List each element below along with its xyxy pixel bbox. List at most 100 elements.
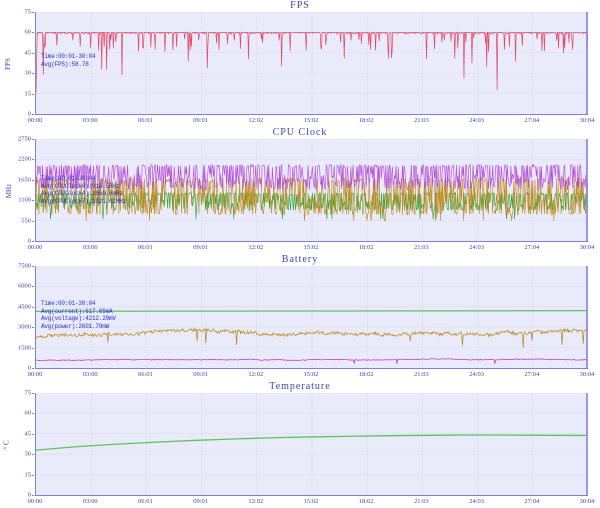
y-tick-mark <box>32 368 34 369</box>
y-tick-mark <box>32 159 34 160</box>
y-tick-label: 550 <box>21 217 31 224</box>
y-tick-label: 4500 <box>18 303 31 310</box>
y-tick-mark <box>32 434 34 435</box>
x-tick-label: 21:03 <box>414 244 429 251</box>
x-tick-label: 00:00 <box>28 117 43 124</box>
x-tick-label: 15:02 <box>304 117 319 124</box>
annotation-line: Time:00:01-30:04 <box>41 175 126 183</box>
y-tick-mark <box>32 327 34 328</box>
x-tick-label: 27:04 <box>524 244 539 251</box>
x-tick-label: 00:00 <box>28 498 43 505</box>
y-tick-label: 2200 <box>18 156 31 163</box>
x-tick-label: 06:01 <box>138 498 153 505</box>
y-axis: ° C01530456075 <box>0 393 34 497</box>
chart-title: Battery <box>0 254 600 266</box>
x-tick-label: 18:02 <box>359 117 374 124</box>
y-tick-mark <box>32 266 34 267</box>
x-tick-label: 18:02 <box>359 371 374 378</box>
y-tick-label: 1500 <box>18 344 31 351</box>
y-tick-mark <box>32 495 34 496</box>
report-root: FPSFPS01530456075Time:00:01-30:04Avg(FPS… <box>0 0 600 505</box>
y-tick-mark <box>32 114 34 115</box>
plot-area: ° C01530456075 <box>0 393 600 497</box>
x-tick-label: 24:03 <box>469 498 484 505</box>
y-tick-mark <box>32 413 34 414</box>
y-tick-label: 45 <box>25 430 32 437</box>
x-tick-label: 03:00 <box>83 498 98 505</box>
y-tick-mark <box>32 348 34 349</box>
y-tick-mark <box>32 180 34 181</box>
y-tick-mark <box>32 32 34 33</box>
y-axis-label: MHz <box>5 184 13 198</box>
x-axis: 00:0003:0006:0109:0112:0215:0218:0221:03… <box>0 243 600 254</box>
y-axis-label: FPS <box>4 58 12 70</box>
y-axis-label: ° C <box>3 440 11 449</box>
y-tick-label: 1650 <box>18 176 31 183</box>
x-tick-label: 21:03 <box>414 371 429 378</box>
y-tick-mark <box>32 73 34 74</box>
y-tick-mark <box>32 307 34 308</box>
y-tick-mark <box>32 94 34 95</box>
y-axis: FPS01530456075 <box>0 12 34 116</box>
y-tick-mark <box>32 241 34 242</box>
chart-title: FPS <box>0 0 600 12</box>
x-tick-label: 09:01 <box>193 498 208 505</box>
y-tick-label: 15 <box>25 90 32 97</box>
x-tick-label: 30:04 <box>580 244 595 251</box>
y-tick-mark <box>32 221 34 222</box>
chart-annotation-block: Time:00:01-30:04Avg(CPUClock0):916.58Hz A… <box>41 175 126 205</box>
x-axis: 00:0003:0006:0109:0112:0215:0218:0221:03… <box>0 116 600 127</box>
chart-panel-temperature: Temperature° C0153045607500:0003:0006:01… <box>0 381 600 505</box>
y-axis: MHz05501100165022002750 <box>0 139 34 243</box>
chart-annotation-block: Time:00:01-30:04Avg(current):617.65mAAvg… <box>41 300 116 330</box>
y-tick-mark <box>32 200 34 201</box>
y-tick-label: 75 <box>25 390 32 397</box>
x-tick-label: 15:02 <box>304 498 319 505</box>
x-tick-label: 12:02 <box>248 371 263 378</box>
x-tick-label: 15:02 <box>304 244 319 251</box>
y-tick-label: 30 <box>25 70 32 77</box>
y-axis: 015003000450060007500 <box>0 266 34 370</box>
x-tick-label: 30:04 <box>580 117 595 124</box>
x-tick-label: 06:01 <box>138 244 153 251</box>
chart-title: CPU Clock <box>0 127 600 139</box>
plot-canvas <box>35 393 588 496</box>
x-tick-label: 09:01 <box>193 371 208 378</box>
annotation-line: Time:00:01-30:04 <box>41 300 116 308</box>
x-tick-label: 15:02 <box>304 371 319 378</box>
y-tick-label: 60 <box>25 410 32 417</box>
y-tick-mark <box>32 454 34 455</box>
x-tick-label: 00:00 <box>28 371 43 378</box>
plot-area: MHz05501100165022002750Time:00:01-30:04A… <box>0 139 600 243</box>
y-tick-label: 15 <box>25 471 32 478</box>
x-tick-label: 12:02 <box>248 117 263 124</box>
plot-canvas: Time:00:01-30:04Avg(current):617.65mAAvg… <box>35 266 588 369</box>
plot-canvas: Time:00:01-30:04Avg(FPS):58.78 <box>35 12 588 115</box>
x-tick-label: 12:02 <box>248 244 263 251</box>
x-tick-label: 09:01 <box>193 244 208 251</box>
plot-area: 015003000450060007500Time:00:01-30:04Avg… <box>0 266 600 370</box>
x-tick-label: 27:04 <box>524 117 539 124</box>
x-tick-label: 03:00 <box>83 371 98 378</box>
annotation-line: Avg(FPS):58.78 <box>41 61 95 69</box>
y-tick-label: 60 <box>25 29 32 36</box>
x-tick-label: 21:03 <box>414 117 429 124</box>
y-tick-mark <box>32 393 34 394</box>
chart-panel-battery: Battery015003000450060007500Time:00:01-3… <box>0 254 600 381</box>
y-tick-label: 3000 <box>18 324 31 331</box>
chart-title: Temperature <box>0 381 600 393</box>
y-tick-label: 45 <box>25 49 32 56</box>
annotation-line: Avg(CPUClock7):1921.01MHz <box>41 198 126 206</box>
x-tick-label: 27:04 <box>524 498 539 505</box>
x-axis: 00:0003:0006:0109:0112:0215:0218:0221:03… <box>0 497 600 508</box>
x-tick-label: 27:04 <box>524 371 539 378</box>
annotation-line: Avg(CPUClock0):916.58Hz <box>41 183 126 191</box>
x-tick-label: 03:00 <box>83 244 98 251</box>
chart-panel-fps: FPSFPS01530456075Time:00:01-30:04Avg(FPS… <box>0 0 600 127</box>
y-tick-mark <box>32 286 34 287</box>
y-tick-mark <box>32 475 34 476</box>
plot-canvas: Time:00:01-30:04Avg(CPUClock0):916.58Hz A… <box>35 139 588 242</box>
y-tick-label: 7500 <box>18 263 31 270</box>
x-tick-label: 30:04 <box>580 498 595 505</box>
annotation-line: Avg(voltage):4212.29mV <box>41 315 116 323</box>
